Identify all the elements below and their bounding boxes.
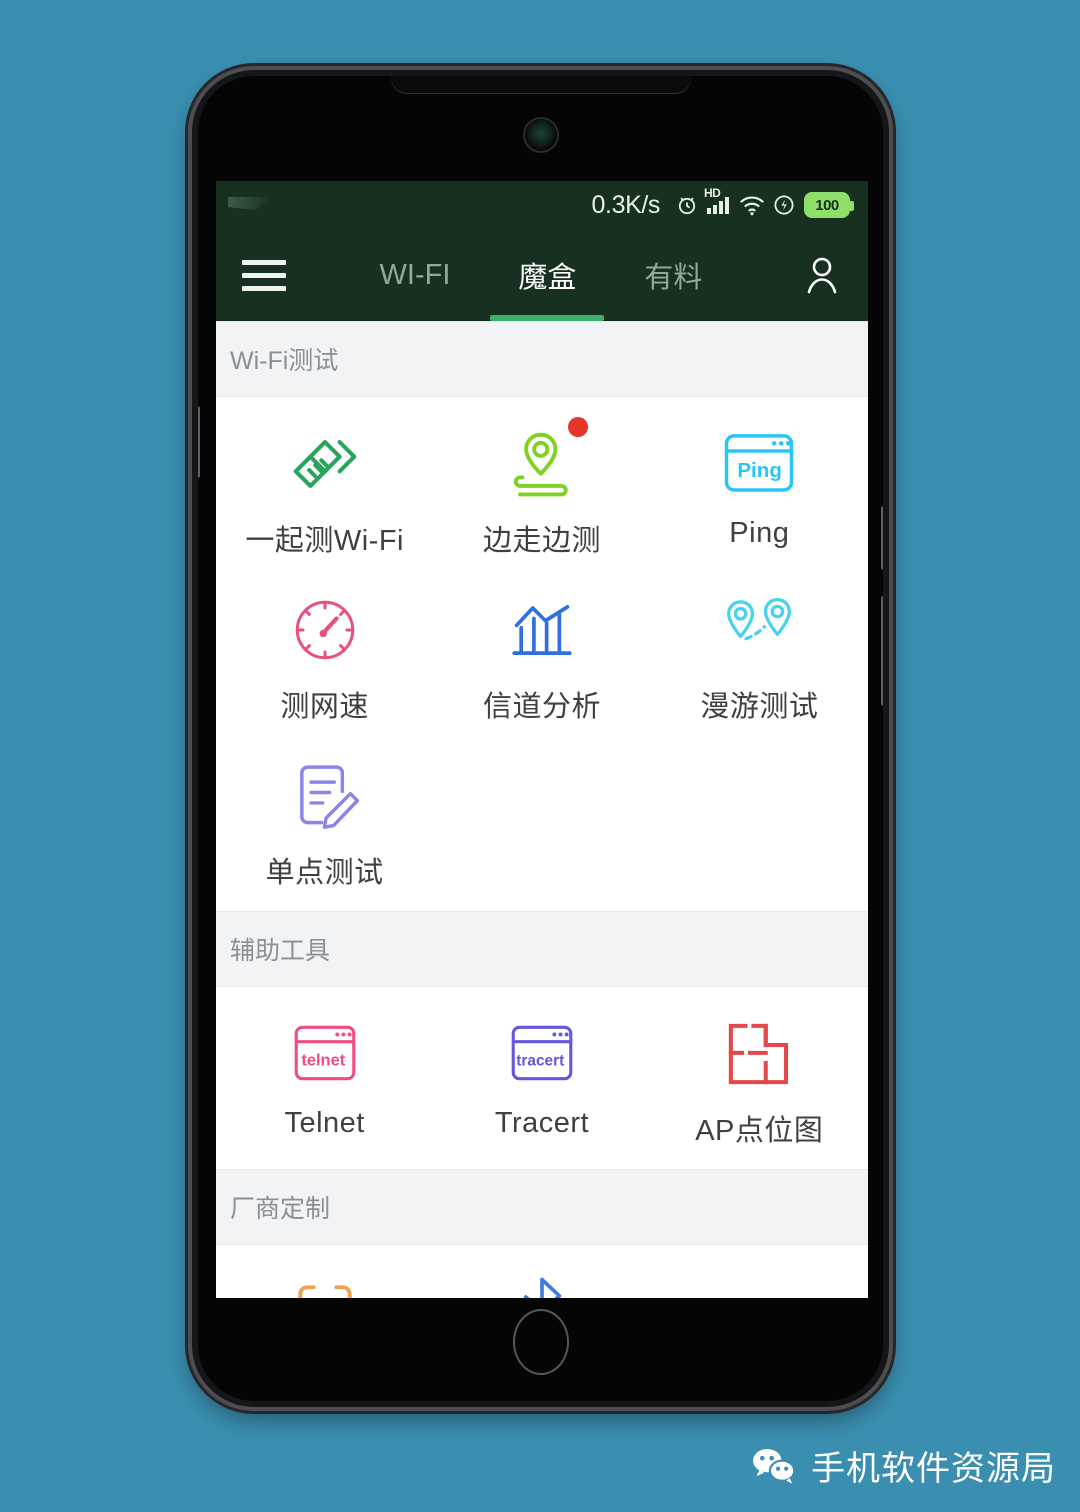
- app-content: Wi-Fi测试 一起测Wi-Fi 边走边测 Ping Ping 测网速 信道分析…: [216, 321, 868, 1298]
- tool-label: 一起测Wi-Fi: [245, 525, 404, 557]
- scan-frame-icon: [289, 1273, 361, 1298]
- tool-manyouceshi[interactable]: 漫游测试: [651, 569, 868, 735]
- tab-wifi[interactable]: WI-FI: [374, 229, 457, 321]
- speedometer-icon: [288, 591, 362, 669]
- svg-text:tracert: tracert: [516, 1052, 564, 1069]
- tab-mohe[interactable]: 魔盒: [512, 229, 582, 321]
- tool-cewangsu[interactable]: 测网速: [216, 569, 433, 735]
- grid-wifi-test: 一起测Wi-Fi 边走边测 Ping Ping 测网速 信道分析 漫游测试 单点…: [216, 397, 868, 911]
- hamburger-menu-icon[interactable]: [242, 259, 286, 291]
- side-button-left[interactable]: [198, 406, 200, 478]
- tool-label: Ping: [729, 517, 790, 549]
- handshake-icon: [286, 425, 364, 503]
- section-header-wifi-test: Wi-Fi测试: [216, 321, 868, 397]
- bluetooth-icon: [507, 1273, 577, 1298]
- tool-yiqice-wifi[interactable]: 一起测Wi-Fi: [216, 403, 433, 569]
- walking-pin-icon: [503, 425, 581, 503]
- app-bar: WI-FI 魔盒 有料: [216, 229, 868, 321]
- floor-plan-icon: [723, 1015, 795, 1093]
- tool-bluetooth-ap[interactable]: 蓝牙AP: [433, 1251, 650, 1298]
- tool-label: AP点位图: [695, 1115, 824, 1147]
- front-camera: [524, 119, 557, 151]
- tool-xindaofenxi[interactable]: 信道分析: [433, 569, 650, 735]
- section-header-vendor-custom: 厂商定制: [216, 1169, 868, 1245]
- tool-tracert[interactable]: tracert Tracert: [433, 993, 650, 1159]
- alarm-icon: [675, 193, 699, 217]
- phone-notch: [390, 76, 691, 94]
- app-screen: 0.3K/s HD 100 WI-FI 魔盒 有料 Wi-Fi测试 一起测Wi-…: [216, 181, 868, 1298]
- phone-mockup: 0.3K/s HD 100 WI-FI 魔盒 有料 Wi-Fi测试 一起测Wi-…: [192, 70, 889, 1407]
- hd-signal-icon: HD: [704, 186, 732, 215]
- page-watermark: 手机软件资源局: [751, 1441, 1056, 1490]
- grid-vendor-custom: AP 扫码 蓝牙AP: [216, 1245, 868, 1298]
- tracert-window-icon: tracert: [505, 1015, 579, 1093]
- tab-youliao[interactable]: 有料: [638, 229, 708, 321]
- power-button[interactable]: [881, 596, 883, 706]
- tool-label: 信道分析: [482, 691, 601, 723]
- document-pencil-icon: [289, 757, 361, 835]
- tool-label: Telnet: [284, 1107, 365, 1139]
- bar-chart-icon: [505, 591, 579, 669]
- new-badge-dot: [568, 417, 589, 437]
- svg-text:Ping: Ping: [738, 459, 783, 482]
- status-left-glyph: [228, 197, 272, 210]
- tool-dandianceshi[interactable]: 单点测试: [216, 735, 433, 901]
- tool-bianzoubiance[interactable]: 边走边测: [433, 403, 650, 569]
- grid-aux-tools: telnet Telnet tracert Tracert AP点位图: [216, 987, 868, 1169]
- charging-bolt-icon: [772, 193, 796, 217]
- tool-label: 边走边测: [482, 525, 601, 557]
- telnet-window-icon: telnet: [288, 1015, 362, 1093]
- network-speed-text: 0.3K/s: [591, 190, 661, 219]
- tool-empty-slot: [651, 1251, 868, 1298]
- tool-ap-scan[interactable]: AP 扫码: [216, 1251, 433, 1298]
- ping-window-icon: Ping: [720, 425, 798, 503]
- tool-ap-floorplan[interactable]: AP点位图: [651, 993, 868, 1159]
- page-watermark-text: 手机软件资源局: [811, 1450, 1056, 1488]
- tool-label: 测网速: [280, 691, 369, 723]
- home-button[interactable]: [512, 1309, 569, 1375]
- tool-telnet[interactable]: telnet Telnet: [216, 993, 433, 1159]
- tool-label: Tracert: [494, 1107, 590, 1139]
- status-bar: 0.3K/s HD 100: [216, 181, 868, 229]
- roaming-pins-icon: [720, 591, 798, 669]
- battery-indicator: 100: [804, 192, 854, 218]
- tool-label: 漫游测试: [700, 691, 819, 723]
- section-header-aux-tools: 辅助工具: [216, 911, 868, 987]
- tab-bar: WI-FI 魔盒 有料: [286, 229, 796, 321]
- tool-label: 单点测试: [265, 857, 384, 889]
- volume-button[interactable]: [881, 506, 883, 570]
- svg-text:telnet: telnet: [301, 1051, 345, 1069]
- wechat-icon: [753, 1448, 796, 1484]
- hd-label: HD: [704, 186, 721, 200]
- phone-screen-bezel: 0.3K/s HD 100 WI-FI 魔盒 有料 Wi-Fi测试 一起测Wi-…: [198, 76, 883, 1401]
- wifi-icon: [739, 194, 765, 216]
- tool-ping[interactable]: Ping Ping: [651, 403, 868, 569]
- person-icon[interactable]: [796, 254, 842, 296]
